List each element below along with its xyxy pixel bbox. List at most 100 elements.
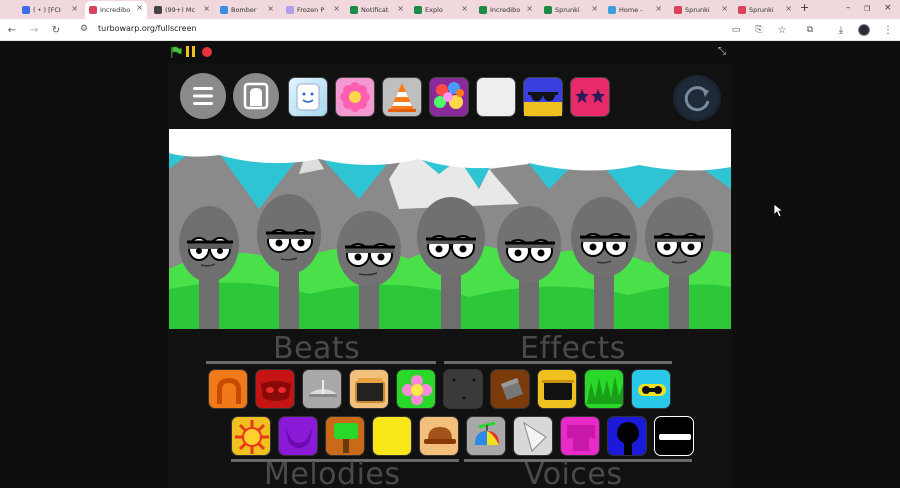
- tab-2[interactable]: (99+) Mc ×: [150, 2, 214, 17]
- orange-arch-icon[interactable]: [208, 369, 248, 409]
- tab-close-icon[interactable]: ×: [526, 4, 533, 13]
- tab-7[interactable]: Incredibo ×: [475, 2, 537, 17]
- black-visor-icon[interactable]: [654, 416, 694, 456]
- tab-favicon-icon: [286, 5, 294, 14]
- tab-9[interactable]: Home - ×: [604, 2, 666, 17]
- reload-icon[interactable]: ↻: [49, 23, 63, 37]
- pause-icon[interactable]: [186, 46, 196, 57]
- tab-label: ( • ) [FCI: [33, 5, 61, 14]
- smile-face-icon[interactable]: [288, 77, 328, 117]
- tab-label: Sprunki: [555, 5, 580, 14]
- tab-close-icon[interactable]: ×: [461, 4, 468, 13]
- browser-toolbar: ← → ↻ ⚙ turbowarp.org/fullscreen ▭ ⎘ ☆ ⧉…: [0, 19, 900, 41]
- green-grass-icon[interactable]: [584, 369, 624, 409]
- game-stage[interactable]: Beats Effects Melodies Voices: [168, 63, 732, 488]
- tab-3[interactable]: Bomber ×: [216, 2, 278, 17]
- tab-close-icon[interactable]: ×: [136, 3, 143, 12]
- pink-flower-icon[interactable]: [335, 77, 375, 117]
- yellow-square-icon[interactable]: [372, 416, 412, 456]
- tab-0[interactable]: ( • ) [FCI ×: [18, 2, 82, 17]
- green-flag-icon[interactable]: [170, 46, 182, 58]
- tab-label: Explo: [425, 5, 443, 14]
- tab-label: Sprunki: [749, 5, 774, 14]
- address-bar[interactable]: turbowarp.org/fullscreen: [98, 24, 197, 33]
- tab-label: Home -: [619, 5, 643, 14]
- tab-favicon-icon: [608, 5, 616, 14]
- tab-close-icon[interactable]: ×: [721, 4, 728, 13]
- magenta-shirt-icon[interactable]: [560, 416, 600, 456]
- stop-icon[interactable]: [202, 47, 212, 57]
- tv-box-icon[interactable]: [349, 369, 389, 409]
- tab-close-icon[interactable]: ×: [333, 4, 340, 13]
- top-bar: [168, 63, 732, 129]
- robot-head-icon[interactable]: [233, 73, 279, 119]
- tab-close-icon[interactable]: ×: [203, 4, 210, 13]
- cyan-goggles-icon[interactable]: [631, 369, 671, 409]
- sun-icon[interactable]: [231, 416, 271, 456]
- tab-close-icon[interactable]: ×: [71, 4, 78, 13]
- tab-8[interactable]: Sprunki ×: [540, 2, 602, 17]
- red-mask-icon[interactable]: [255, 369, 295, 409]
- bookmark-star-icon[interactable]: ☆: [775, 23, 789, 37]
- propeller-cap-icon[interactable]: [466, 416, 506, 456]
- tab-10[interactable]: Sprunki ×: [670, 2, 732, 17]
- tab-close-icon[interactable]: ×: [591, 4, 598, 13]
- dark-dots-icon[interactable]: [443, 369, 483, 409]
- gray-hat-icon[interactable]: [302, 369, 342, 409]
- tab-favicon-icon: [544, 5, 552, 14]
- tab-1[interactable]: Incredibo ×: [85, 1, 147, 19]
- tab-favicon-icon: [479, 5, 487, 14]
- back-icon[interactable]: ←: [5, 23, 19, 37]
- tab-favicon-icon: [414, 5, 422, 14]
- menu-icon[interactable]: [180, 73, 226, 119]
- reset-icon[interactable]: [673, 75, 721, 121]
- tab-favicon-icon: [738, 5, 746, 14]
- beats-divider: [206, 361, 436, 364]
- forward-icon[interactable]: →: [27, 23, 41, 37]
- tab-6[interactable]: Explo ×: [410, 2, 472, 17]
- download-icon[interactable]: ⤓: [834, 23, 848, 37]
- melodies-title: Melodies: [264, 457, 401, 488]
- tab-favicon-icon: [350, 5, 358, 14]
- character-scene[interactable]: [169, 129, 731, 329]
- tab-close-icon[interactable]: ×: [397, 4, 404, 13]
- tab-favicon-icon: [674, 5, 682, 14]
- brown-block-icon[interactable]: [490, 369, 530, 409]
- tab-favicon-icon: [22, 5, 30, 14]
- tab-favicon-icon: [154, 5, 162, 14]
- bubble-cluster-icon[interactable]: [429, 77, 469, 117]
- site-info-icon[interactable]: ⚙: [80, 24, 88, 34]
- tab-4[interactable]: Frozen P ×: [282, 2, 344, 17]
- tree-icon[interactable]: [325, 416, 365, 456]
- maximize-icon[interactable]: ❐: [864, 5, 870, 13]
- close-window-icon[interactable]: ×: [884, 3, 892, 13]
- tab-close-icon[interactable]: ×: [267, 4, 274, 13]
- purple-horns-icon[interactable]: [278, 416, 318, 456]
- tab-label: Incredibo: [100, 6, 131, 14]
- exit-fullscreen-icon[interactable]: ⤡: [716, 46, 728, 58]
- tab-label: Sprunki: [685, 5, 710, 14]
- page-icon[interactable]: ⎘: [752, 23, 766, 37]
- traffic-cone-icon[interactable]: [382, 77, 422, 117]
- player-controls: ⤡: [168, 43, 732, 61]
- menu-kebab-icon[interactable]: ⋮: [881, 23, 895, 37]
- tab-5[interactable]: Notificat ×: [346, 2, 408, 17]
- blue-silhouette-icon[interactable]: [607, 416, 647, 456]
- minimize-icon[interactable]: –: [846, 3, 851, 13]
- extensions-icon[interactable]: ⧉: [803, 23, 817, 37]
- cast-icon[interactable]: ▭: [729, 23, 743, 37]
- star-glasses-icon[interactable]: [570, 77, 610, 117]
- profile-avatar[interactable]: [858, 24, 870, 36]
- effects-divider: [444, 361, 672, 364]
- blank-white-icon[interactable]: [476, 77, 516, 117]
- tab-11[interactable]: Sprunki ×: [734, 2, 796, 17]
- tab-close-icon[interactable]: ×: [785, 4, 792, 13]
- sunglasses-icon[interactable]: [523, 77, 563, 117]
- green-flower-icon[interactable]: [396, 369, 436, 409]
- new-tab-button[interactable]: +: [800, 1, 809, 14]
- brown-hat-icon[interactable]: [419, 416, 459, 456]
- tab-label: Incredibo: [490, 5, 521, 14]
- white-cone-icon[interactable]: [513, 416, 553, 456]
- yellow-tv-icon[interactable]: [537, 369, 577, 409]
- tab-close-icon[interactable]: ×: [655, 4, 662, 13]
